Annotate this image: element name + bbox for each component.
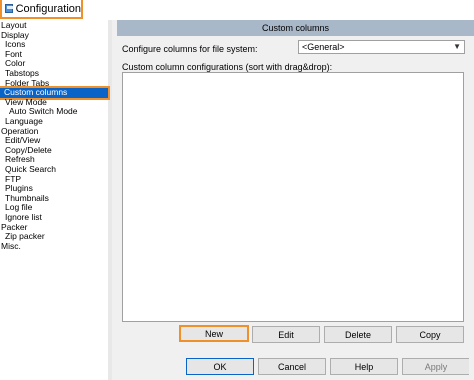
title-bar: Configuration [0,0,474,20]
column-config-label: Custom column configurations (sort with … [122,62,333,72]
configuration-window: Configuration Layout Display Icons Font Colo… [0,0,474,380]
cancel-button[interactable]: Cancel [258,358,326,375]
window-title: Configuration [15,2,81,15]
file-system-label: Configure columns for file system: [122,44,258,54]
apply-button[interactable]: Apply [402,358,470,375]
window-edge [469,36,474,380]
edit-button[interactable]: Edit [252,326,320,343]
tree-item[interactable]: Misc. [1,241,21,252]
app-icon [5,4,13,13]
delete-button[interactable]: Delete [324,326,392,343]
settings-tree[interactable]: Layout Display Icons Font Color Tabstops Folde… [0,20,112,380]
copy-button[interactable]: Copy [396,326,464,343]
file-system-select[interactable]: <General> ▼ [298,40,465,54]
help-button[interactable]: Help [330,358,398,375]
title-highlight: Configuration [0,0,83,19]
tree-scrollbar[interactable] [108,20,112,380]
file-system-select-value: <General> [302,42,345,52]
panel-header: Custom columns [117,20,474,36]
ok-button[interactable]: OK [186,358,254,375]
new-button[interactable]: New [179,325,249,342]
chevron-down-icon[interactable]: ▼ [453,41,461,53]
column-config-list[interactable] [122,72,464,322]
